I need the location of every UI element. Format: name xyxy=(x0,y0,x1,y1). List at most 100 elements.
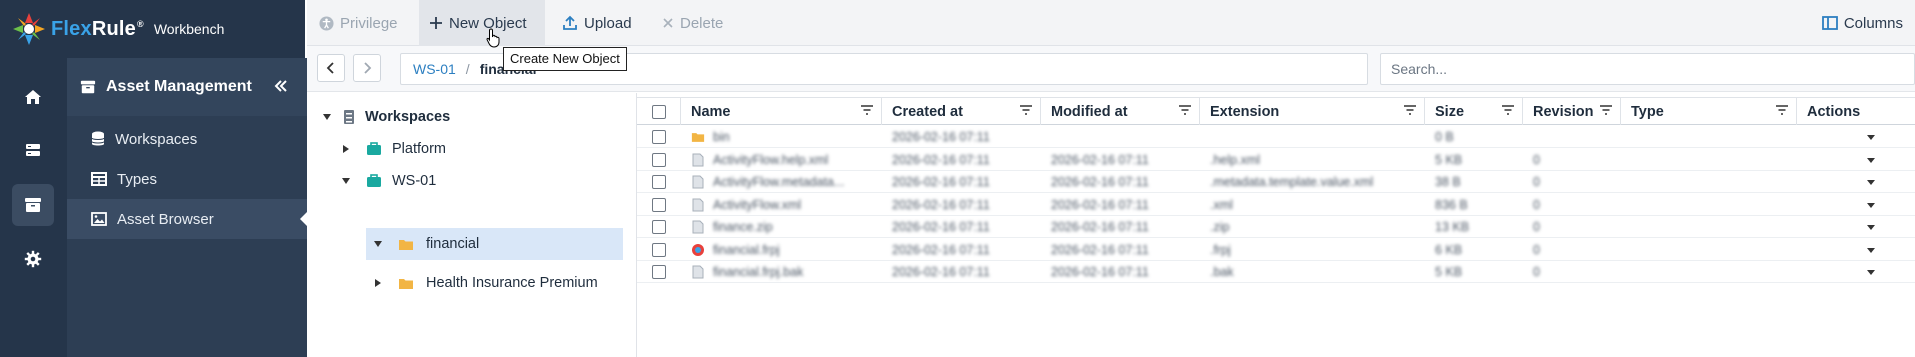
cell-text: 0 xyxy=(1533,152,1540,167)
cell-revision: 0 xyxy=(1523,149,1621,171)
row-actions-dropdown-icon[interactable] xyxy=(1867,135,1875,140)
tree-node-platform[interactable]: Platform xyxy=(340,133,446,165)
row-checkbox[interactable] xyxy=(652,265,666,279)
cell-text: 5 KB xyxy=(1435,152,1463,167)
row-actions-dropdown-icon[interactable] xyxy=(1867,270,1875,275)
collapse-panel-icon[interactable] xyxy=(273,78,289,94)
delete-button[interactable]: Delete xyxy=(652,0,733,46)
cell-name: ActivityFlow.xml xyxy=(681,194,882,216)
columns-icon xyxy=(1821,16,1838,30)
row-checkbox[interactable] xyxy=(652,175,666,189)
collapsed-caret-icon[interactable] xyxy=(372,278,384,288)
expanded-caret-icon[interactable] xyxy=(372,240,384,248)
filter-icon[interactable] xyxy=(1179,105,1191,115)
tree-node-financial[interactable]: financial xyxy=(366,228,623,260)
tree-node-health-insurance-premium[interactable]: Health Insurance Premium xyxy=(372,267,598,299)
columns-button[interactable]: Columns xyxy=(1821,0,1903,46)
tree-node-label: Platform xyxy=(392,141,446,157)
forward-button[interactable] xyxy=(353,54,381,82)
select-all-checkbox[interactable] xyxy=(652,104,666,119)
database-icon xyxy=(91,131,105,146)
cell-text: 2026-02-16 07:11 xyxy=(892,152,990,167)
filter-icon[interactable] xyxy=(1502,105,1514,115)
row-checkbox-cell xyxy=(637,171,681,193)
tree-node-ws-01[interactable]: WS-01 xyxy=(340,165,436,197)
table-icon xyxy=(91,172,107,186)
tree-node-workspaces[interactable]: Workspaces xyxy=(321,101,450,133)
rail-home-button[interactable] xyxy=(12,76,54,118)
file-icon xyxy=(692,153,704,166)
tree-node-label: Workspaces xyxy=(365,109,451,125)
row-checkbox[interactable] xyxy=(652,220,666,234)
row-checkbox[interactable] xyxy=(652,242,666,257)
cell-type xyxy=(1621,194,1797,216)
search-input[interactable] xyxy=(1380,53,1915,85)
cell-text: 13 KB xyxy=(1435,220,1470,234)
column-header-name[interactable]: Name xyxy=(681,98,882,125)
column-header-revision[interactable]: Revision xyxy=(1523,98,1621,125)
cell-text: 2026-02-16 07:11 xyxy=(892,242,990,257)
cell-name: financial.frpj xyxy=(681,239,882,261)
toolbar: Privilege New Object Upload Delete Colum… xyxy=(307,0,1915,46)
upload-button[interactable]: Upload xyxy=(552,0,642,46)
table-row[interactable]: finance.zip 2026-02-16 07:11 2026-02-16 07… xyxy=(637,216,1915,238)
table-row[interactable]: ActivityFlow.metadata... 2026-02-16 07:11… xyxy=(637,171,1915,193)
cell-created: 2026-02-16 07:11 xyxy=(882,126,1041,148)
expanded-caret-icon[interactable] xyxy=(340,177,352,185)
new-object-button[interactable]: New Object xyxy=(419,0,545,46)
table-row[interactable]: financial.frpj.bak 2026-02-16 07:11 2026-0… xyxy=(637,261,1915,283)
table-row[interactable]: bin 2026-02-16 07:11 0 B xyxy=(637,126,1915,148)
breadcrumb-ws-01[interactable]: WS-01 xyxy=(413,61,456,77)
table-row[interactable]: ActivityFlow.xml 2026-02-16 07:11 2026-02-… xyxy=(637,194,1915,216)
filter-icon[interactable] xyxy=(1600,105,1612,115)
collapsed-caret-icon[interactable] xyxy=(340,144,352,154)
cell-text: financial.frpj.bak xyxy=(713,265,804,279)
filter-icon[interactable] xyxy=(1020,105,1032,115)
rail-archive-button[interactable] xyxy=(12,184,54,226)
row-checkbox[interactable] xyxy=(652,152,666,167)
row-actions-dropdown-icon[interactable] xyxy=(1867,247,1875,253)
filter-icon[interactable] xyxy=(861,105,873,115)
table-row[interactable]: financial.frpj 2026-02-16 07:11 2026-02-16… xyxy=(637,239,1915,261)
cell-name: ActivityFlow.help.xml xyxy=(681,149,882,171)
privilege-label: Privilege xyxy=(340,14,398,32)
close-icon xyxy=(663,18,673,28)
columns-label: Columns xyxy=(1843,14,1903,32)
cell-text: 2026-02-16 07:11 xyxy=(1051,220,1149,234)
filter-icon[interactable] xyxy=(1776,105,1788,115)
rail-server-button[interactable] xyxy=(12,129,54,171)
sidebar-item-workspaces[interactable]: Workspaces xyxy=(67,119,307,159)
cell-revision: 0 xyxy=(1523,194,1621,216)
brand-name-rule: Rule xyxy=(91,17,136,40)
privilege-button[interactable]: Privilege xyxy=(309,0,408,46)
table-row[interactable]: ActivityFlow.help.xml 2026-02-16 07:11 202… xyxy=(637,149,1915,171)
filter-icon[interactable] xyxy=(1404,105,1416,115)
row-checkbox[interactable] xyxy=(652,130,666,144)
row-actions-dropdown-icon[interactable] xyxy=(1867,225,1875,230)
column-header-type[interactable]: Type xyxy=(1621,98,1797,125)
column-header-modified-at[interactable]: Modified at xyxy=(1041,98,1200,125)
row-checkbox-cell xyxy=(637,126,681,148)
cell-name: finance.zip xyxy=(681,216,882,238)
row-checkbox[interactable] xyxy=(652,197,666,212)
sidebar-item-asset-browser[interactable]: Asset Browser xyxy=(67,199,308,239)
cell-name: bin xyxy=(681,126,882,148)
row-actions-dropdown-icon[interactable] xyxy=(1867,157,1875,163)
column-header-created-at[interactable]: Created at xyxy=(882,98,1041,125)
cell-type xyxy=(1621,126,1797,148)
cell-revision: 0 xyxy=(1523,216,1621,238)
column-header-extension[interactable]: Extension xyxy=(1200,98,1425,125)
cell-text: ActivityFlow.metadata... xyxy=(713,175,845,189)
rail-settings-button[interactable] xyxy=(12,238,54,280)
cell-text: .frpj xyxy=(1210,242,1231,257)
row-actions-dropdown-icon[interactable] xyxy=(1867,202,1875,208)
column-header-label: Extension xyxy=(1210,103,1280,120)
expanded-caret-icon[interactable] xyxy=(321,113,333,121)
sidebar-item-types[interactable]: Types xyxy=(67,159,307,199)
back-button[interactable] xyxy=(317,54,345,82)
column-header-size[interactable]: Size xyxy=(1425,98,1523,125)
cell-created: 2026-02-16 07:11 xyxy=(882,216,1041,238)
cell-text: 2026-02-16 07:11 xyxy=(1051,242,1149,257)
server-icon xyxy=(344,110,354,124)
row-actions-dropdown-icon[interactable] xyxy=(1867,180,1875,185)
